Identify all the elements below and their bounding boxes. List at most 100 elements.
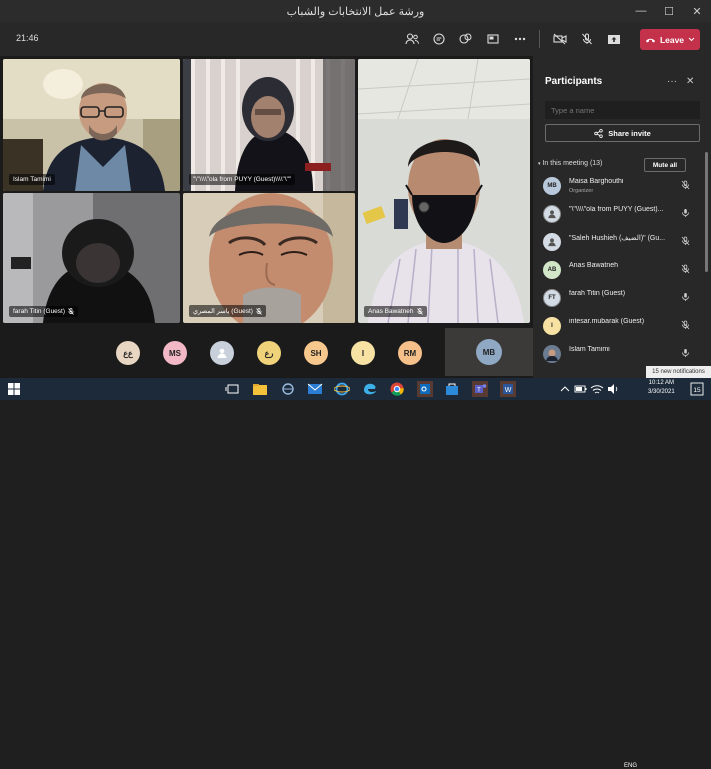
mic-off-icon[interactable] — [681, 320, 690, 330]
reactions-icon[interactable] — [452, 28, 479, 50]
participant-video — [3, 59, 180, 191]
minimize-button[interactable]: — — [627, 0, 655, 22]
participant-row[interactable]: "\"\\\\"ola from PUYY (Guest)... — [543, 202, 693, 226]
participant-name: Islam Tamimi — [13, 176, 51, 183]
toolbar-icons — [398, 28, 627, 50]
language-indicator[interactable]: ENG — [624, 763, 637, 769]
avatar[interactable]: ع‌ع — [116, 341, 140, 365]
outlook-icon[interactable] — [417, 381, 433, 397]
participant-row[interactable]: FT farah Titin (Guest) — [543, 286, 693, 310]
window-title: ورشة عمل الانتخابات والشباب — [286, 5, 425, 18]
participant-row[interactable]: AB Anas Bawatneh — [543, 258, 693, 282]
avatar: AB — [543, 261, 561, 279]
file-explorer-icon[interactable] — [252, 381, 268, 397]
avatar — [543, 233, 561, 251]
video-tile-ola[interactable]: "\"\\\\"ola from PUYY (Guest)\\\\"\"" — [183, 59, 355, 191]
close-window-button[interactable]: ✕ — [683, 0, 711, 22]
action-center-icon[interactable]: 15 — [689, 381, 705, 397]
self-preview-tile[interactable]: MB — [445, 328, 533, 376]
avatar[interactable]: SH — [304, 341, 328, 365]
window-controls: — ☐ ✕ — [627, 0, 711, 22]
mail-icon[interactable] — [307, 381, 323, 397]
store-icon[interactable] — [444, 381, 460, 397]
battery-icon[interactable] — [573, 381, 589, 397]
mic-off-icon — [68, 308, 74, 315]
participant-row[interactable]: MB Maisa Barghouthi Organizer — [543, 174, 693, 198]
search-input[interactable] — [545, 101, 700, 119]
meeting-timer: 21:46 — [16, 33, 39, 43]
participant-name-tag: Islam Tamimi — [9, 174, 55, 185]
participant-initials: I — [551, 323, 553, 329]
word-icon[interactable]: W — [500, 381, 516, 397]
more-options-icon[interactable]: ··· — [667, 76, 677, 87]
more-actions-icon[interactable] — [506, 28, 533, 50]
mic-icon[interactable] — [681, 208, 690, 218]
wifi-icon[interactable] — [589, 381, 605, 397]
participant-row[interactable]: Islam Tamimi — [543, 342, 693, 366]
video-tile-anas-bawatneh[interactable]: Anas Bawatneh — [358, 59, 530, 323]
avatar — [543, 205, 561, 223]
mic-off-icon[interactable] — [681, 180, 690, 190]
avatar[interactable]: MS — [163, 341, 187, 365]
participant-row[interactable]: I intesar.mubarak (Guest) — [543, 314, 693, 338]
participant-name: Islam Tamimi — [569, 346, 610, 353]
participant-initials: FT — [548, 295, 556, 301]
share-content-icon[interactable] — [600, 28, 627, 50]
video-tile-farah-titin[interactable]: farah Titin (Guest) — [3, 193, 180, 323]
person-icon — [217, 348, 227, 358]
windows-taskbar: T W ENG 15 — [0, 378, 711, 769]
mic-icon[interactable] — [681, 292, 690, 302]
avatar: I — [543, 317, 561, 335]
chevron-down-icon[interactable] — [688, 37, 695, 42]
meeting-section-header[interactable]: ▾ In this meeting (13) — [538, 160, 602, 167]
section-label: In this meeting (13) — [542, 160, 603, 167]
chrome-icon[interactable] — [389, 381, 405, 397]
participant-name: farah Titin (Guest) — [13, 308, 66, 315]
clock-date: 3/30/2021 — [648, 389, 675, 395]
teams-icon[interactable]: T — [472, 381, 488, 397]
mic-icon[interactable] — [681, 348, 690, 358]
mic-off-icon[interactable] — [573, 28, 600, 50]
chat-icon[interactable] — [425, 28, 452, 50]
avatar[interactable]: RM — [398, 341, 422, 365]
mic-off-icon[interactable] — [681, 264, 690, 274]
camera-off-icon[interactable] — [546, 28, 573, 50]
video-tile-islam-tamimi[interactable]: Islam Tamimi — [3, 59, 180, 191]
close-icon[interactable]: ✕ — [686, 76, 694, 87]
taskbar-clock[interactable]: 10:12 AM 3/30/2021 — [648, 379, 675, 397]
notification-toast[interactable]: 15 new notifications — [646, 366, 711, 378]
avatar[interactable] — [210, 341, 234, 365]
avatar-initials: ر‌ع — [264, 348, 274, 358]
scrollbar[interactable] — [705, 152, 708, 272]
participant-name: ياسر المصري (Guest) — [193, 308, 253, 315]
chevron-up-icon[interactable] — [557, 381, 573, 397]
volume-icon[interactable] — [605, 381, 621, 397]
avatar: FT — [543, 289, 561, 307]
participants-icon[interactable] — [398, 28, 425, 50]
video-tile-yasser[interactable]: ياسر المصري (Guest) — [183, 193, 355, 323]
share-tray-icon[interactable] — [479, 28, 506, 50]
participant-name: Anas Bawatneh — [569, 262, 619, 269]
participant-name: farah Titin (Guest) — [569, 290, 626, 297]
participant-row[interactable]: "Saleh Hushieh (الضيف)" (Gu... — [543, 230, 693, 254]
participant-name: "\"\\\\"ola from PUYY (Guest)\\\\"\"" — [193, 176, 292, 183]
participant-name-tag: "\"\\\\"ola from PUYY (Guest)\\\\"\"" — [189, 174, 296, 185]
participant-name-tag: ياسر المصري (Guest) — [189, 305, 266, 317]
mute-all-button[interactable]: Mute all — [644, 158, 686, 172]
avatar[interactable]: ر‌ع — [257, 341, 281, 365]
windows-start-icon[interactable] — [6, 381, 22, 397]
internet-explorer-icon[interactable] — [334, 381, 350, 397]
panel-title: Participants — [545, 76, 603, 87]
self-initials: MB — [482, 347, 496, 357]
leave-button[interactable]: Leave — [640, 29, 700, 50]
share-invite-button[interactable]: Share invite — [545, 124, 700, 142]
edge-icon[interactable] — [362, 381, 378, 397]
network-app-icon[interactable] — [280, 381, 296, 397]
avatar-initials: MS — [169, 348, 181, 358]
task-view-icon[interactable] — [225, 381, 241, 397]
participant-name: intesar.mubarak (Guest) — [569, 318, 645, 325]
svg-text:15: 15 — [693, 387, 701, 394]
avatar[interactable]: I — [351, 341, 375, 365]
maximize-button[interactable]: ☐ — [655, 0, 683, 22]
mic-off-icon[interactable] — [681, 236, 690, 246]
